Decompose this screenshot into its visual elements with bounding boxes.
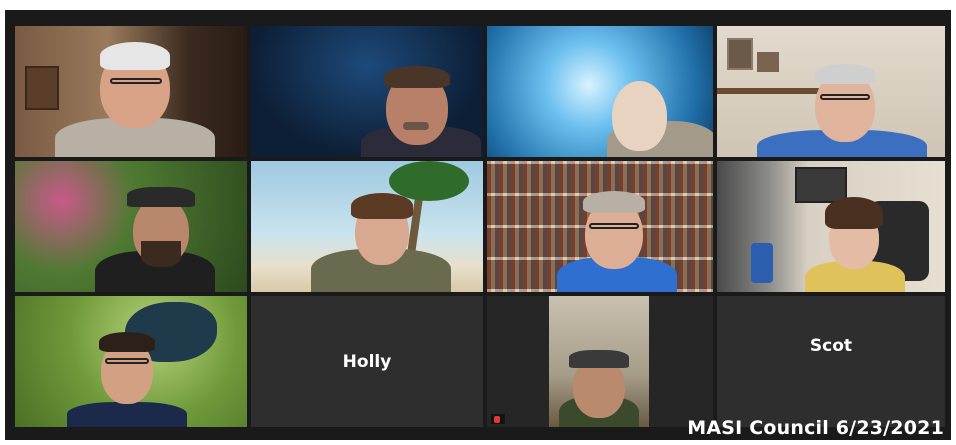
participant-body: [67, 402, 187, 427]
participant-name: [491, 414, 505, 424]
video-tile-11[interactable]: [487, 296, 713, 427]
beard: [141, 241, 181, 267]
participant-hair: [384, 66, 450, 88]
picture-frame: [727, 38, 753, 70]
participant-display-name: Holly: [342, 351, 392, 372]
participant-hair: [100, 42, 170, 70]
participant-head: [612, 81, 667, 151]
video-tile-8[interactable]: [717, 161, 945, 292]
bottle: [751, 243, 773, 283]
video-tile-10[interactable]: Holly: [251, 296, 483, 427]
video-tile-5[interactable]: [15, 161, 247, 292]
video-tile-12[interactable]: Scot: [717, 296, 945, 427]
cap: [569, 350, 629, 368]
video-tile-9[interactable]: [15, 296, 247, 427]
mustache: [403, 122, 429, 130]
glasses: [820, 94, 870, 100]
participant-display-name: Scot: [809, 336, 853, 356]
video-tile-1[interactable]: [15, 26, 247, 157]
participant-hair: [351, 193, 413, 219]
video-tile-6[interactable]: [251, 161, 483, 292]
video-tile-2[interactable]: [251, 26, 483, 157]
glasses: [589, 223, 639, 229]
participant-hair: [825, 197, 883, 229]
participant-hair: [99, 332, 155, 352]
meeting-watermark: MASI Council 6/23/2021: [687, 417, 944, 439]
participant-hair: [815, 64, 875, 84]
glasses: [110, 78, 162, 84]
video-tile-3[interactable]: [487, 26, 713, 157]
video-tile-4[interactable]: [717, 26, 945, 157]
video-tile-7[interactable]: [487, 161, 713, 292]
participant-hair: [583, 191, 645, 213]
picture-frame: [757, 52, 779, 72]
glasses: [105, 358, 149, 364]
muted-mic-icon: [494, 415, 500, 423]
video-gallery: Holly Scot: [5, 10, 951, 440]
wall-picture: [25, 66, 59, 110]
wall-picture: [795, 167, 847, 203]
cap: [127, 187, 195, 207]
